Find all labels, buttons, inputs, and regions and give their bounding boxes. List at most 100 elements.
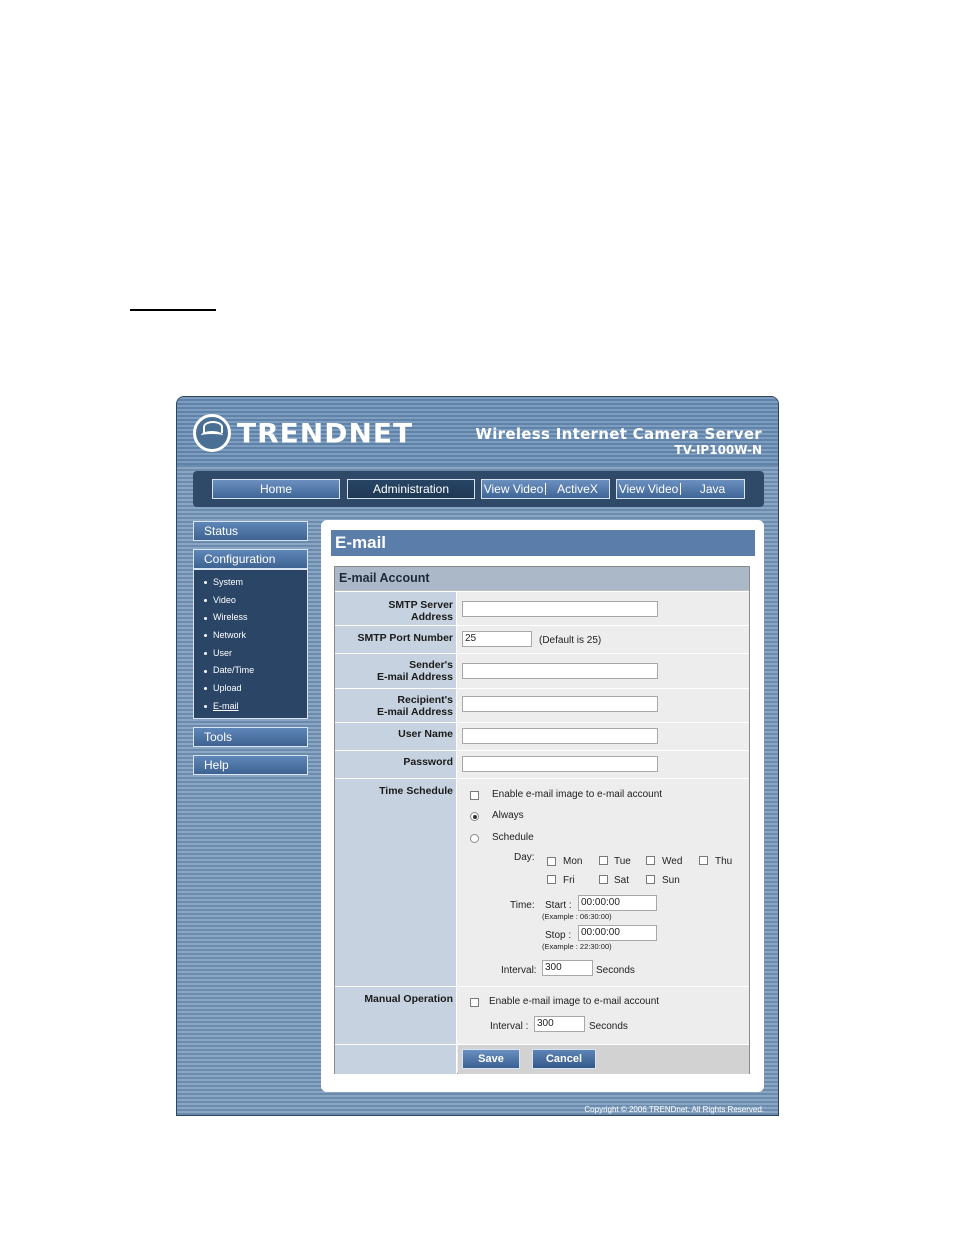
- camera-admin-window: TRENDNET Wireless Internet Camera Server…: [176, 396, 779, 1116]
- value-cell: [458, 723, 749, 751]
- save-button[interactable]: Save: [462, 1049, 520, 1069]
- value-cell: [458, 592, 749, 626]
- day-thu-checkbox[interactable]: [699, 856, 708, 865]
- sidebar-item-label: Network: [213, 630, 247, 641]
- recipient-email-input[interactable]: [462, 696, 658, 712]
- day-tue-checkbox[interactable]: [599, 856, 608, 865]
- sender-email-label: Sender's E-mail Address: [335, 654, 457, 689]
- time-schedule-row: Time Schedule Enable e-mail image to e-m…: [335, 778, 749, 987]
- smtp-port-hint: (Default is 25): [539, 635, 602, 646]
- value-cell: [458, 689, 749, 723]
- product-model: TV-IP100W-N: [674, 443, 762, 457]
- password-input[interactable]: [462, 756, 658, 772]
- trendnet-logo-icon: [193, 414, 231, 452]
- smtp-port-input[interactable]: 25: [462, 631, 532, 647]
- value-cell: 25 (Default is 25): [458, 626, 749, 654]
- sidebar-item-upload[interactable]: Upload: [194, 680, 307, 698]
- sidebar-item-network[interactable]: Network: [194, 627, 307, 645]
- cancel-button[interactable]: Cancel: [532, 1049, 596, 1069]
- day-sun-label: Sun: [662, 875, 680, 886]
- schedule-radio[interactable]: [470, 834, 479, 843]
- always-radio[interactable]: [470, 812, 479, 821]
- enable-manual-checkbox[interactable]: [470, 998, 479, 1007]
- day-mon-checkbox[interactable]: [547, 857, 556, 866]
- sidebar-item-wireless[interactable]: Wireless: [194, 609, 307, 627]
- nav-activex-label: ActiveX: [557, 482, 598, 496]
- smtp-server-label: SMTP Server Address: [335, 592, 457, 626]
- bullet-icon: [204, 651, 207, 655]
- value-cell: Enable e-mail image to e-mail account Al…: [458, 779, 749, 987]
- smtp-server-input[interactable]: [462, 601, 658, 617]
- brand-logo: TRENDNET: [193, 413, 413, 453]
- start-example: (Example : 06:30:00): [542, 912, 612, 921]
- interval-seconds-text: Seconds: [596, 965, 635, 976]
- sidebar-item-system[interactable]: System: [194, 574, 307, 592]
- empty-label-cell: [335, 1045, 457, 1074]
- day-fri-checkbox[interactable]: [547, 875, 556, 884]
- email-settings-form: E-mail Account SMTP Server Address SMTP …: [334, 566, 750, 1074]
- manual-seconds-text: Seconds: [589, 1021, 628, 1032]
- page-title: E-mail: [331, 530, 755, 556]
- day-tue-label: Tue: [614, 856, 631, 867]
- day-label: Day:: [514, 852, 535, 863]
- enable-schedule-checkbox[interactable]: [470, 791, 479, 800]
- interval-input[interactable]: 300: [542, 960, 593, 976]
- time-schedule-label: Time Schedule: [335, 779, 457, 987]
- nav-view-video-label: View Video: [618, 482, 679, 496]
- stop-example: (Example : 22:30:00): [542, 942, 612, 951]
- copyright-text: Copyright © 2006 TRENDnet. All Rights Re…: [584, 1105, 764, 1114]
- schedule-text: Schedule: [492, 832, 534, 843]
- sidebar-status-button[interactable]: Status: [193, 521, 308, 541]
- day-sun-checkbox[interactable]: [646, 875, 655, 884]
- bullet-icon: [204, 634, 207, 638]
- value-cell: [458, 751, 749, 779]
- day-sat-checkbox[interactable]: [599, 875, 608, 884]
- nav-view-video-java-button[interactable]: View Video Java: [616, 479, 745, 499]
- username-label: User Name: [335, 723, 457, 751]
- sidebar-item-label: User: [213, 647, 233, 658]
- recipient-row: Recipient's E-mail Address: [335, 688, 749, 723]
- day-sat-label: Sat: [614, 875, 630, 886]
- stop-label: Stop :: [545, 930, 572, 941]
- manual-operation-row: Manual Operation Enable e-mail image to …: [335, 986, 749, 1045]
- day-thu-label: Thu: [715, 856, 733, 867]
- sidebar-tools-button[interactable]: Tools: [193, 726, 308, 747]
- heading-underline: [130, 309, 216, 311]
- content-panel: E-mail E-mail Account SMTP Server Addres…: [321, 520, 764, 1092]
- bullet-icon: [204, 669, 207, 673]
- nav-view-video-activex-button[interactable]: View Video ActiveX: [481, 479, 610, 499]
- nav-home-button[interactable]: Home: [212, 479, 340, 499]
- label-line: Recipient's: [397, 694, 453, 706]
- manual-operation-label: Manual Operation: [335, 987, 457, 1045]
- recipient-email-label: Recipient's E-mail Address: [335, 689, 457, 723]
- sender-email-input[interactable]: [462, 663, 658, 679]
- stop-time-input[interactable]: 00:00:00: [578, 925, 657, 941]
- day-wed-checkbox[interactable]: [646, 856, 655, 865]
- brand-name: TRENDNET: [237, 417, 414, 449]
- sidebar-item-user[interactable]: User: [194, 645, 307, 663]
- top-nav: Home Administration View Video ActiveX V…: [193, 471, 764, 507]
- sidebar-item-label: Upload: [213, 683, 242, 694]
- sidebar-help-button[interactable]: Help: [193, 754, 308, 775]
- username-input[interactable]: [462, 728, 658, 744]
- label-line: E-mail Address: [376, 671, 453, 683]
- nav-java-label: Java: [699, 482, 726, 496]
- configuration-submenu: System Video Wireless Network User Date/…: [193, 569, 308, 719]
- sidebar-configuration-button[interactable]: Configuration: [193, 549, 308, 569]
- nav-home-label: Home: [259, 482, 292, 496]
- day-fri-label: Fri: [563, 875, 575, 886]
- bullet-icon: [204, 616, 207, 620]
- manual-interval-input[interactable]: 300: [534, 1016, 585, 1032]
- always-text: Always: [492, 810, 524, 821]
- value-cell: [458, 654, 749, 689]
- bullet-icon: [204, 704, 207, 708]
- nav-administration-button[interactable]: Administration: [347, 479, 475, 499]
- sidebar-item-email[interactable]: E-mail: [194, 698, 307, 716]
- enable-schedule-text: Enable e-mail image to e-mail account: [492, 789, 663, 800]
- start-time-input[interactable]: 00:00:00: [578, 895, 657, 911]
- sidebar-item-video[interactable]: Video: [194, 592, 307, 610]
- day-mon-label: Mon: [563, 856, 583, 867]
- label-line: E-mail Address: [376, 706, 453, 718]
- label-line: Address: [410, 611, 453, 623]
- sidebar-item-datetime[interactable]: Date/Time: [194, 662, 307, 680]
